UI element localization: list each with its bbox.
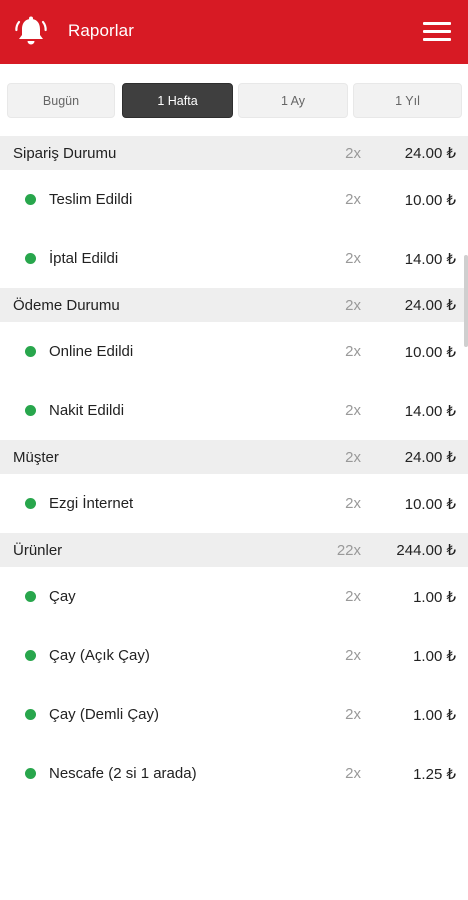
count-value: 2x xyxy=(345,250,361,267)
section-title: Ödeme Durumu xyxy=(13,296,120,314)
status-dot-icon xyxy=(25,405,36,416)
list-item[interactable]: İptal Edildi 2x 14.00 ₺ xyxy=(0,229,468,288)
item-label: Nakit Edildi xyxy=(49,402,125,419)
count-value: 2x xyxy=(345,706,361,723)
status-dot-icon xyxy=(25,346,36,357)
tab-month[interactable]: 1 Ay xyxy=(238,83,348,118)
item-label: Ezgi İnternet xyxy=(49,495,134,512)
section-header: Ödeme Durumu 2x 24.00 ₺ xyxy=(0,288,468,322)
count-value: 2x xyxy=(345,343,361,360)
item-label: Çay xyxy=(49,588,76,605)
section-title: Sipariş Durumu xyxy=(13,144,117,162)
amount-value: 10.00 ₺ xyxy=(404,343,456,361)
bell-icon[interactable] xyxy=(13,14,49,50)
list-item[interactable]: Çay (Açık Çay) 2x 1.00 ₺ xyxy=(0,626,468,685)
status-dot-icon xyxy=(25,768,36,779)
item-label: Çay (Açık Çay) xyxy=(49,647,150,664)
hamburger-menu-icon[interactable] xyxy=(420,18,454,46)
section-title: Müşter xyxy=(13,448,59,466)
amount-value: 1.25 ₺ xyxy=(413,765,456,783)
list-item[interactable]: Nakit Edildi 2x 14.00 ₺ xyxy=(0,381,468,440)
count-value: 2x xyxy=(345,448,361,466)
item-label: Teslim Edildi xyxy=(49,191,133,208)
count-value: 2x xyxy=(345,495,361,512)
count-value: 2x xyxy=(345,588,361,605)
list-item[interactable]: Ezgi İnternet 2x 10.00 ₺ xyxy=(0,474,468,533)
count-value: 2x xyxy=(345,144,361,162)
section-header: Ürünler 22x 244.00 ₺ xyxy=(0,533,468,567)
tab-week[interactable]: 1 Hafta xyxy=(122,83,233,118)
list-item[interactable]: Nescafe (2 si 1 arada) 2x 1.25 ₺ xyxy=(0,744,468,803)
list-item[interactable]: Teslim Edildi 2x 10.00 ₺ xyxy=(0,170,468,229)
amount-value: 10.00 ₺ xyxy=(404,191,456,209)
amount-value: 1.00 ₺ xyxy=(413,588,456,606)
amount-value: 24.00 ₺ xyxy=(404,297,456,314)
report-list: Sipariş Durumu 2x 24.00 ₺ Teslim Edildi 2x 10… xyxy=(0,136,468,803)
amount-value: 244.00 ₺ xyxy=(396,542,456,559)
count-value: 2x xyxy=(345,191,361,208)
count-value: 2x xyxy=(345,296,361,314)
count-value: 2x xyxy=(345,647,361,664)
count-value: 2x xyxy=(345,765,361,782)
section-title: Ürünler xyxy=(13,541,63,559)
item-label: Çay (Demli Çay) xyxy=(49,706,160,723)
list-item[interactable]: Çay (Demli Çay) 2x 1.00 ₺ xyxy=(0,685,468,744)
period-tabs: Bugün 1 Hafta 1 Ay 1 Yıl xyxy=(0,64,468,136)
section-header: Sipariş Durumu 2x 24.00 ₺ xyxy=(0,136,468,170)
status-dot-icon xyxy=(25,591,36,602)
amount-value: 14.00 ₺ xyxy=(404,250,456,268)
count-value: 2x xyxy=(345,402,361,419)
app-bar: Raporlar xyxy=(0,0,468,64)
status-dot-icon xyxy=(25,498,36,509)
amount-value: 1.00 ₺ xyxy=(413,647,456,665)
item-label: İptal Edildi xyxy=(49,250,119,267)
amount-value: 1.00 ₺ xyxy=(413,706,456,724)
count-value: 22x xyxy=(336,541,361,559)
page-title: Raporlar xyxy=(68,21,134,40)
amount-value: 10.00 ₺ xyxy=(404,495,456,513)
list-item[interactable]: Online Edildi 2x 10.00 ₺ xyxy=(0,322,468,381)
tab-year[interactable]: 1 Yıl xyxy=(353,83,462,118)
scrollbar[interactable] xyxy=(464,255,468,347)
amount-value: 24.00 ₺ xyxy=(404,145,456,162)
status-dot-icon xyxy=(25,709,36,720)
item-label: Online Edildi xyxy=(49,343,134,360)
amount-value: 14.00 ₺ xyxy=(404,402,456,420)
item-label: Nescafe (2 si 1 arada) xyxy=(49,765,197,782)
section-header: Müşter 2x 24.00 ₺ xyxy=(0,440,468,474)
tab-today[interactable]: Bugün xyxy=(7,83,115,118)
amount-value: 24.00 ₺ xyxy=(404,449,456,466)
status-dot-icon xyxy=(25,650,36,661)
list-item[interactable]: Çay 2x 1.00 ₺ xyxy=(0,567,468,626)
status-dot-icon xyxy=(25,253,36,264)
status-dot-icon xyxy=(25,194,36,205)
